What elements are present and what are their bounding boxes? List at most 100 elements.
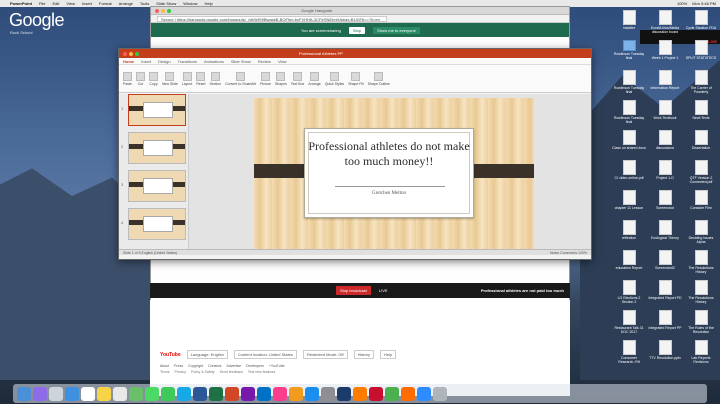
- desktop-file-icon[interactable]: information Report: [648, 70, 682, 94]
- messages-icon[interactable]: [145, 386, 159, 401]
- shapes-button[interactable]: Shapes: [275, 71, 287, 86]
- desktop-file-icon[interactable]: Screenshot: [648, 190, 682, 214]
- desktop-file-icon[interactable]: Integrated Report PD: [648, 280, 682, 304]
- slide-thumbnail[interactable]: [128, 94, 186, 126]
- desktop-file-icon[interactable]: Installer: [612, 10, 646, 34]
- minimize-icon[interactable]: [161, 8, 165, 13]
- help-button[interactable]: Help: [380, 350, 397, 359]
- slide-title[interactable]: Professional athletes do not make too mu…: [305, 139, 473, 169]
- footer-link-feedback[interactable]: Send feedback: [220, 370, 243, 374]
- smartart-button[interactable]: Convert to SmartArt: [225, 71, 256, 86]
- menu-tools[interactable]: Tools: [140, 1, 149, 6]
- desktop-file-icon[interactable]: Integrated Report PP: [648, 310, 682, 334]
- menu-arrange[interactable]: Arrange: [119, 1, 133, 6]
- desktop-file-icon[interactable]: Rowlinson Tuesday final: [612, 70, 646, 94]
- desktop-file-icon[interactable]: TTV Resolution.pptx: [648, 340, 682, 364]
- trash-icon[interactable]: [433, 386, 447, 401]
- word-icon[interactable]: [193, 386, 207, 401]
- footer-link-privacy[interactable]: Privacy: [175, 370, 186, 374]
- desktop-file-icon[interactable]: Project 1-D: [648, 160, 682, 184]
- desktop-file-icon[interactable]: Excel/Links/Media discussion board: [648, 10, 682, 34]
- zoom-icon[interactable]: [417, 386, 431, 401]
- menu-edit[interactable]: Edit: [52, 1, 59, 6]
- restricted-mode-select[interactable]: Restricted Mode: Off: [302, 350, 348, 359]
- menu-format[interactable]: Format: [99, 1, 112, 6]
- desktop-file-icon[interactable]: The Resolutions History: [684, 250, 718, 274]
- zoom-icon[interactable]: [135, 51, 139, 56]
- menu-insert[interactable]: Insert: [82, 1, 92, 6]
- picture-button[interactable]: Picture: [260, 71, 271, 86]
- desktop-file-icon[interactable]: chapter 11 Lesson: [612, 190, 646, 214]
- tab-home[interactable]: Home: [123, 59, 134, 64]
- siri-icon[interactable]: [33, 386, 47, 401]
- photos-icon[interactable]: [113, 386, 127, 401]
- firefox-icon[interactable]: [401, 386, 415, 401]
- desktop-file-icon[interactable]: Class on shared docs: [612, 130, 646, 154]
- desktop-file-icon[interactable]: The Rules of the Resolution: [684, 310, 718, 334]
- desktop-file-icon[interactable]: Week 1 Project 1: [648, 40, 682, 64]
- desktop-file-icon[interactable]: Screenshot2: [648, 250, 682, 274]
- footer-link-terms[interactable]: Terms: [160, 370, 170, 374]
- slide-title-box[interactable]: Professional athletes do not make too mu…: [304, 128, 474, 218]
- desktop-file-icon[interactable]: CI video online.pdf: [612, 160, 646, 184]
- tab-review[interactable]: Review: [258, 59, 271, 64]
- location-select[interactable]: Content location: United States: [233, 350, 297, 359]
- slide-thumbnail[interactable]: [128, 208, 186, 240]
- finder-icon[interactable]: [17, 386, 31, 401]
- stop-share-button[interactable]: Stop: [348, 26, 366, 34]
- close-icon[interactable]: [123, 51, 127, 56]
- battery-percent[interactable]: 100%: [677, 1, 687, 6]
- url-field[interactable]: Secure | https://hangouts.google.com/han…: [157, 15, 387, 22]
- arrange-button[interactable]: Arrange: [308, 71, 321, 86]
- safari-icon[interactable]: [65, 386, 79, 401]
- menu-app-name[interactable]: PowerPoint: [10, 1, 32, 6]
- cut-button[interactable]: Cut: [136, 71, 145, 86]
- status-view-controls[interactable]: Notes Comments 100%: [550, 251, 591, 255]
- photoshop-icon[interactable]: [337, 386, 351, 401]
- footer-link-creators[interactable]: Creators: [208, 364, 221, 368]
- clock[interactable]: Mon 5:46 PM: [692, 1, 716, 6]
- menu-view[interactable]: View: [66, 1, 75, 6]
- close-icon[interactable]: [155, 8, 159, 13]
- desktop-file-icon[interactable]: Work Textbook: [648, 100, 682, 124]
- appstore-icon[interactable]: [305, 386, 319, 401]
- desktop-file-icon[interactable]: LG Elections 2 Section 2: [612, 280, 646, 304]
- itunes-icon[interactable]: [273, 386, 287, 401]
- desktop-file-icon[interactable]: Ecological Theory: [648, 220, 682, 244]
- footer-link-press[interactable]: Press: [174, 364, 183, 368]
- zoom-icon[interactable]: [167, 8, 171, 13]
- new-slide-button[interactable]: New Slide: [162, 71, 178, 86]
- excel-icon[interactable]: [209, 386, 223, 401]
- desktop-file-icon[interactable]: Newt Texts: [684, 100, 718, 124]
- tab-transitions[interactable]: Transitions: [178, 59, 197, 64]
- browser-tab-title[interactable]: Google Hangouts: [301, 8, 332, 13]
- desktop-file-icon[interactable]: reflection: [612, 220, 646, 244]
- ibooks-icon[interactable]: [289, 386, 303, 401]
- outlook-icon[interactable]: [257, 386, 271, 401]
- slide-thumbnail[interactable]: [128, 132, 186, 164]
- desktop-file-icon[interactable]: education Report: [612, 250, 646, 274]
- calendar-icon[interactable]: [81, 386, 95, 401]
- desktop-file-icon[interactable]: SPLIT STATISTICS: [684, 40, 718, 64]
- desktop-file-icon[interactable]: QTF Version 2 Connected.pdf: [684, 160, 718, 184]
- acrobat-icon[interactable]: [369, 386, 383, 401]
- footer-link-plus[interactable]: +YouTube: [269, 364, 285, 368]
- tab-insert[interactable]: Insert: [141, 59, 151, 64]
- footer-link-about[interactable]: About: [160, 364, 169, 368]
- layout-button[interactable]: Layout: [182, 71, 192, 86]
- youtube-logo[interactable]: YouTube: [160, 352, 181, 358]
- footer-link-copyright[interactable]: Copyright: [188, 364, 203, 368]
- slide-thumbnail[interactable]: [128, 170, 186, 202]
- stop-broadcast-button[interactable]: Stop broadcast: [336, 286, 371, 295]
- chrome-icon[interactable]: [385, 386, 399, 401]
- footer-link-test[interactable]: Test new features: [248, 370, 275, 374]
- desktop-file-icon[interactable]: Consider Flim: [684, 190, 718, 214]
- desktop-file-icon[interactable]: Cycle Stadium FDA: [684, 10, 718, 34]
- desktop-file-icon[interactable]: The Carrier of Powderly: [684, 70, 718, 94]
- desktop-file-icon[interactable]: The Resolutions History: [684, 280, 718, 304]
- shape-outline-button[interactable]: Shape Outline: [368, 71, 390, 86]
- preferences-icon[interactable]: [321, 386, 335, 401]
- desktop-file-icon[interactable]: Dissertation: [684, 130, 718, 154]
- onenote-icon[interactable]: [241, 386, 255, 401]
- footer-link-policy[interactable]: Policy & Safety: [191, 370, 215, 374]
